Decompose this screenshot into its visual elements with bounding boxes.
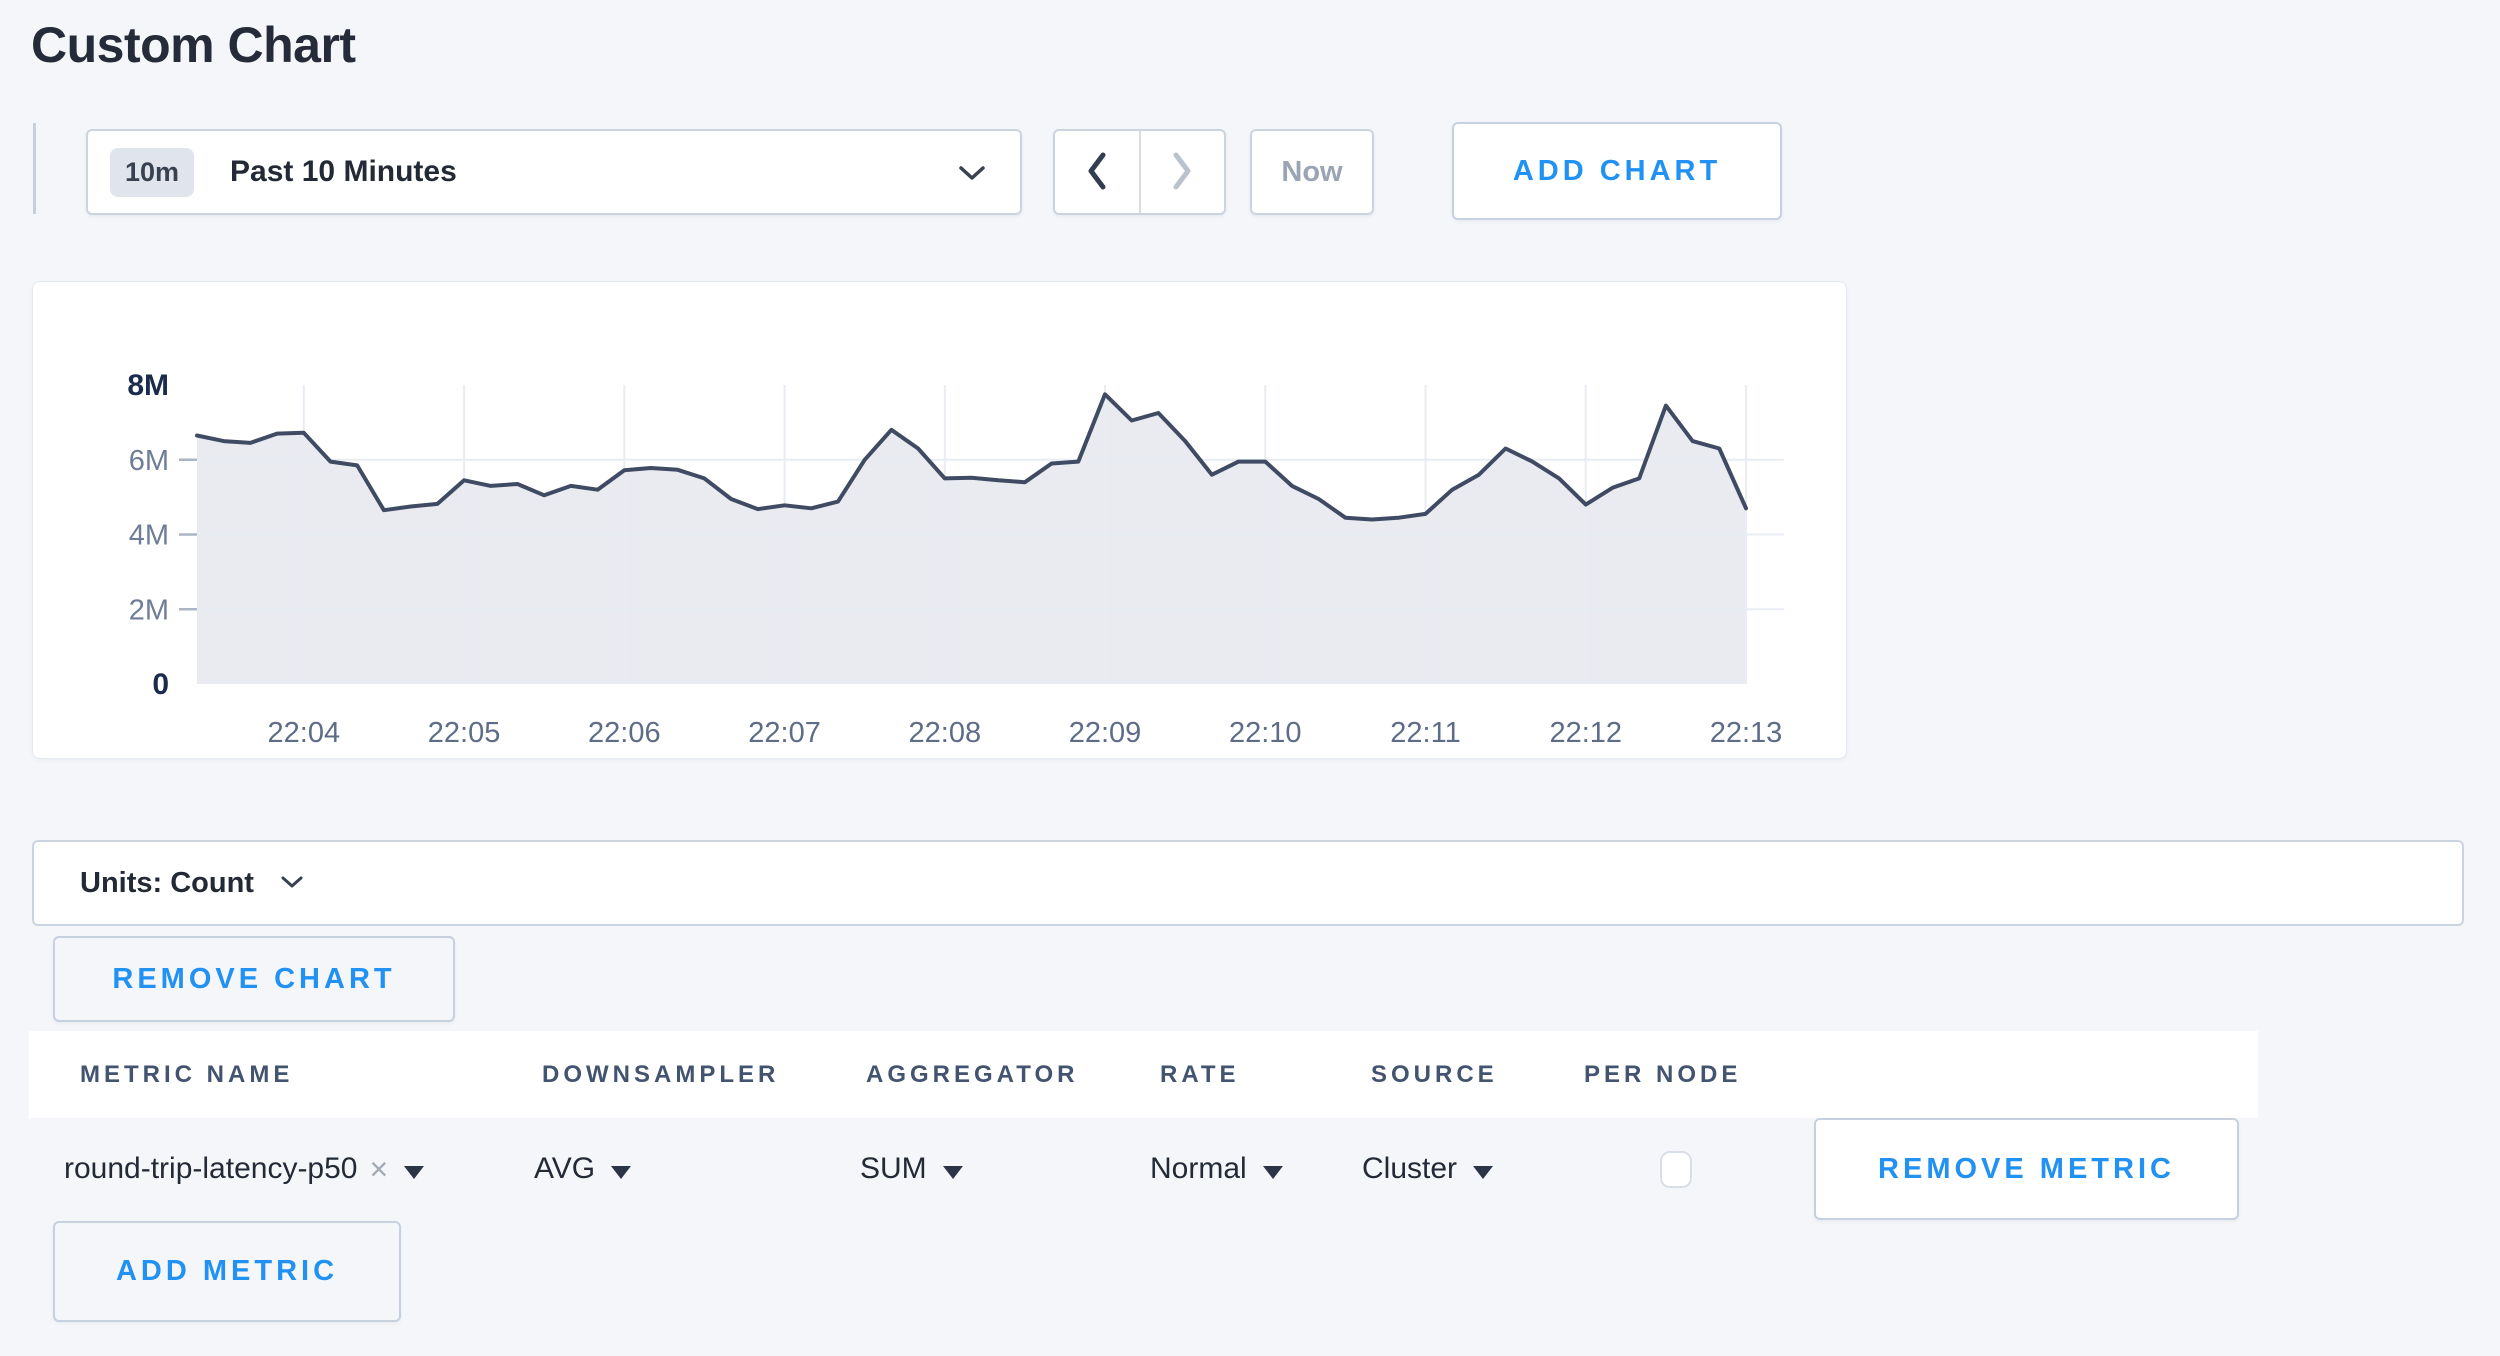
clear-metric-icon[interactable]: × bbox=[369, 1151, 388, 1188]
aggregator-value: SUM bbox=[860, 1152, 927, 1186]
page-title: Custom Chart bbox=[31, 16, 356, 74]
svg-text:6M: 6M bbox=[129, 445, 169, 477]
svg-text:4M: 4M bbox=[129, 520, 169, 552]
metric-name-dropdown[interactable]: round-trip-latency-p50 × bbox=[64, 1118, 424, 1220]
per-node-checkbox[interactable] bbox=[1660, 1151, 1692, 1188]
svg-text:22:11: 22:11 bbox=[1390, 717, 1460, 749]
column-header-downsampler: DOWNSAMPLER bbox=[542, 1031, 779, 1118]
remove-chart-button[interactable]: REMOVE CHART bbox=[53, 936, 455, 1022]
svg-text:0: 0 bbox=[152, 668, 169, 701]
time-window-label: Past 10 Minutes bbox=[230, 155, 457, 189]
add-metric-button[interactable]: ADD METRIC bbox=[53, 1221, 401, 1322]
svg-text:22:08: 22:08 bbox=[909, 717, 982, 749]
downsampler-dropdown[interactable]: AVG bbox=[534, 1118, 631, 1220]
svg-text:22:13: 22:13 bbox=[1710, 717, 1783, 749]
svg-text:22:06: 22:06 bbox=[588, 717, 661, 749]
caret-down-icon bbox=[943, 1166, 963, 1179]
rate-dropdown[interactable]: Normal bbox=[1150, 1118, 1283, 1220]
remove-metric-button[interactable]: REMOVE METRIC bbox=[1814, 1118, 2239, 1220]
svg-text:2M: 2M bbox=[129, 594, 169, 626]
now-button[interactable]: Now bbox=[1250, 129, 1374, 215]
chart-panel: 0 2M 4M 6M 8M 22:04 22:05 22:06 22:07 22:08 22:09 2… bbox=[32, 281, 1847, 759]
table-row: round-trip-latency-p50 × AVG SUM Normal … bbox=[0, 1118, 2500, 1220]
chevron-down-icon bbox=[280, 875, 304, 895]
metric-line-chart: 0 2M 4M 6M 8M 22:04 22:05 22:06 22:07 22:08 22:09 2… bbox=[33, 282, 1846, 758]
svg-text:22:10: 22:10 bbox=[1229, 717, 1302, 749]
column-header-aggregator: AGGREGATOR bbox=[866, 1031, 1078, 1118]
column-header-metric-name: METRIC NAME bbox=[80, 1031, 293, 1118]
svg-text:8M: 8M bbox=[127, 369, 169, 402]
metric-name-value: round-trip-latency-p50 bbox=[64, 1152, 357, 1186]
source-dropdown[interactable]: Cluster bbox=[1362, 1118, 1493, 1220]
caret-down-icon bbox=[1263, 1166, 1283, 1179]
caret-down-icon bbox=[404, 1166, 424, 1179]
time-window-dropdown[interactable]: 10m Past 10 Minutes bbox=[86, 129, 1022, 215]
chevron-down-icon bbox=[958, 165, 986, 188]
column-header-rate: RATE bbox=[1160, 1031, 1240, 1118]
units-dropdown[interactable]: Units: Count bbox=[32, 840, 2464, 926]
toolbar-divider bbox=[33, 123, 36, 214]
svg-text:22:09: 22:09 bbox=[1069, 717, 1142, 749]
column-header-source: SOURCE bbox=[1371, 1031, 1498, 1118]
source-value: Cluster bbox=[1362, 1152, 1457, 1186]
svg-text:22:07: 22:07 bbox=[748, 717, 821, 749]
custom-chart-page: Custom Chart 10m Past 10 Minutes Now ADD… bbox=[0, 0, 2500, 1356]
svg-text:22:12: 22:12 bbox=[1549, 717, 1622, 749]
time-window-badge: 10m bbox=[110, 148, 194, 197]
downsampler-value: AVG bbox=[534, 1152, 595, 1186]
next-time-button[interactable] bbox=[1141, 131, 1225, 213]
add-chart-button[interactable]: ADD CHART bbox=[1452, 122, 1782, 220]
caret-down-icon bbox=[611, 1166, 631, 1179]
prev-time-button[interactable] bbox=[1055, 131, 1141, 213]
aggregator-dropdown[interactable]: SUM bbox=[860, 1118, 963, 1220]
metrics-table-header: METRIC NAME DOWNSAMPLER AGGREGATOR RATE … bbox=[29, 1031, 2258, 1118]
rate-value: Normal bbox=[1150, 1152, 1247, 1186]
chevron-left-icon bbox=[1082, 149, 1112, 196]
svg-text:22:04: 22:04 bbox=[268, 717, 341, 749]
svg-text:22:05: 22:05 bbox=[428, 717, 501, 749]
time-nav bbox=[1053, 129, 1226, 215]
column-header-per-node: PER NODE bbox=[1584, 1031, 1741, 1118]
units-label: Units: Count bbox=[80, 867, 254, 900]
chevron-right-icon bbox=[1167, 149, 1197, 196]
caret-down-icon bbox=[1473, 1166, 1493, 1179]
